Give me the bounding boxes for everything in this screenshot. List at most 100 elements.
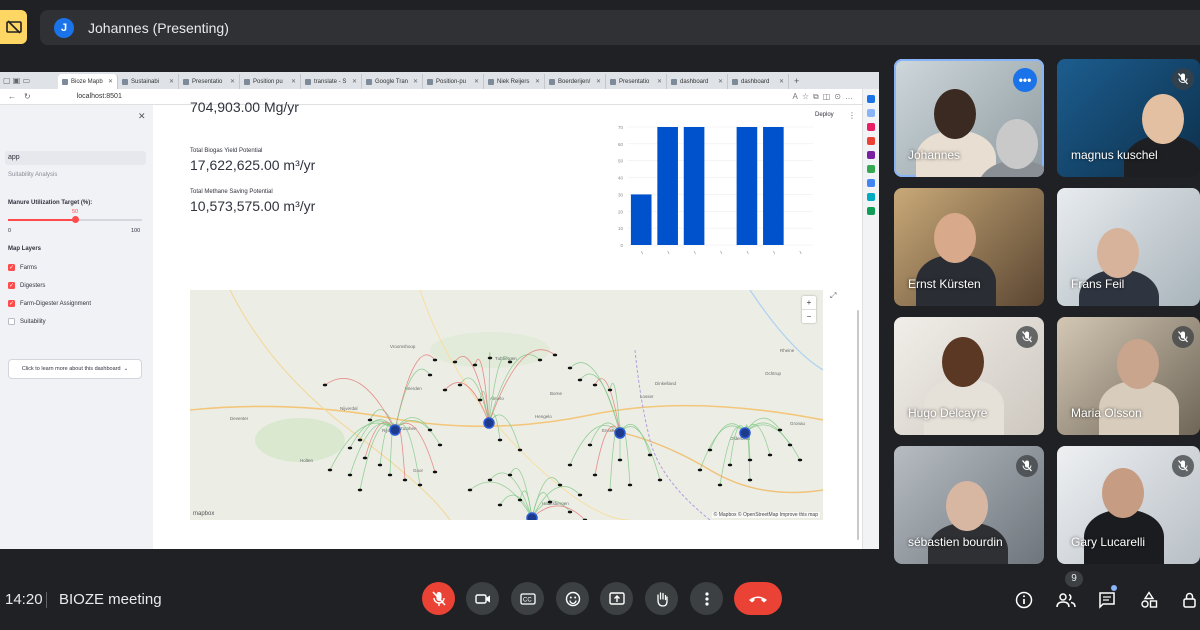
farm-marker[interactable]	[387, 473, 393, 477]
tab-close-icon[interactable]: ✕	[230, 78, 235, 85]
checkbox[interactable]: ✓	[8, 282, 15, 289]
leave-call-button[interactable]	[734, 582, 782, 615]
farm-marker[interactable]	[747, 478, 753, 482]
raise-hand-button[interactable]	[645, 582, 678, 615]
browser-tab[interactable]: Bioze Mapb ✕	[58, 74, 118, 89]
reload-icon[interactable]: ↻	[24, 92, 31, 101]
participant-tile[interactable]: Maria Olsson	[1057, 317, 1200, 435]
farm-marker[interactable]	[427, 428, 433, 432]
farm-marker[interactable]	[517, 498, 523, 502]
browser-tab[interactable]: translate - S ✕	[301, 74, 362, 89]
farm-marker[interactable]	[617, 458, 623, 462]
farm-marker[interactable]	[357, 488, 363, 492]
people-button[interactable]	[1055, 589, 1077, 611]
farm-marker[interactable]	[487, 356, 493, 360]
farm-marker[interactable]	[647, 453, 653, 457]
meeting-details-button[interactable]	[1013, 589, 1035, 611]
tab-close-icon[interactable]: ✕	[474, 78, 479, 85]
farm-marker[interactable]	[567, 366, 573, 370]
farm-marker[interactable]	[627, 483, 633, 487]
sidebar-item-app[interactable]: app	[5, 151, 146, 165]
extension-icon[interactable]	[867, 95, 875, 103]
zoom-in-button[interactable]: +	[802, 296, 816, 309]
farm-marker[interactable]	[797, 458, 803, 462]
bar[interactable]	[630, 194, 652, 245]
browser-tab[interactable]: dashboard ✕	[728, 74, 789, 89]
farm-marker[interactable]	[747, 458, 753, 462]
bar[interactable]	[736, 127, 758, 245]
farm-marker[interactable]	[507, 360, 513, 364]
digester-marker[interactable]	[483, 417, 495, 429]
present-button[interactable]	[600, 582, 633, 615]
farm-marker[interactable]	[577, 378, 583, 382]
checkbox[interactable]	[8, 318, 15, 325]
farm-marker[interactable]	[537, 358, 543, 362]
farm-marker[interactable]	[322, 383, 328, 387]
farm-marker[interactable]	[457, 383, 463, 387]
microphone-button[interactable]	[422, 582, 455, 615]
zoom-control[interactable]: + −	[802, 296, 816, 323]
layer-checkbox-row[interactable]: ✓ Digesters	[8, 282, 45, 289]
tab-close-icon[interactable]: ✕	[535, 78, 540, 85]
farm-marker[interactable]	[362, 456, 368, 460]
chat-button[interactable]	[1096, 589, 1118, 611]
browser-tab[interactable]: Niek Reijers ✕	[484, 74, 545, 89]
farm-marker[interactable]	[727, 463, 733, 467]
browser-tab[interactable]: Position-pu ✕	[423, 74, 484, 89]
activities-button[interactable]	[1138, 589, 1160, 611]
back-icon[interactable]: ←	[8, 92, 16, 101]
farm-marker[interactable]	[567, 510, 573, 514]
farm-marker[interactable]	[592, 473, 598, 477]
farm-marker[interactable]	[477, 398, 483, 402]
menu-icon[interactable]: ⋮	[848, 111, 856, 120]
layer-checkbox-row[interactable]: ✓ Farms	[8, 264, 37, 271]
farm-marker[interactable]	[707, 448, 713, 452]
checkbox[interactable]: ✓	[8, 300, 15, 307]
farm-marker[interactable]	[377, 463, 383, 467]
browser-tab[interactable]: Presentatio ✕	[179, 74, 240, 89]
learn-more-expander[interactable]: Click to learn more about this dashboard…	[8, 359, 142, 379]
farm-marker[interactable]	[467, 488, 473, 492]
extension-icon[interactable]	[867, 179, 875, 187]
farm-marker[interactable]	[367, 418, 373, 422]
farm-marker[interactable]	[507, 473, 513, 477]
farm-marker[interactable]	[452, 360, 458, 364]
farm-marker[interactable]	[432, 358, 438, 362]
farm-marker[interactable]	[432, 470, 438, 474]
extension-icon[interactable]	[867, 207, 875, 215]
zoom-out-button[interactable]: −	[802, 309, 816, 323]
bar[interactable]	[763, 127, 784, 245]
farm-marker[interactable]	[777, 428, 783, 432]
browser-tab[interactable]: Boerderijen/ ✕	[545, 74, 606, 89]
tile-options-icon[interactable]: •••	[1013, 68, 1037, 92]
participant-tile[interactable]: Johannes •••	[894, 59, 1044, 177]
tab-close-icon[interactable]: ✕	[413, 78, 418, 85]
digester-marker[interactable]	[614, 427, 626, 439]
scrollbar[interactable]	[857, 310, 859, 540]
extension-icon[interactable]	[867, 137, 875, 145]
browser-tab[interactable]: dashboard ✕	[667, 74, 728, 89]
tab-close-icon[interactable]: ✕	[718, 78, 723, 85]
digester-marker[interactable]	[389, 424, 401, 436]
checkbox[interactable]: ✓	[8, 264, 15, 271]
host-controls-button[interactable]	[1180, 589, 1200, 611]
farm-marker[interactable]	[607, 388, 613, 392]
reactions-button[interactable]	[556, 582, 589, 615]
farm-marker[interactable]	[417, 483, 423, 487]
farm-marker[interactable]	[552, 353, 558, 357]
browser-tab[interactable]: Google Tran ✕	[362, 74, 423, 89]
browser-tab[interactable]: Presentatio ✕	[606, 74, 667, 89]
farm-marker[interactable]	[592, 383, 598, 387]
farm-marker[interactable]	[767, 453, 773, 457]
browser-tab[interactable]: Sustainabi ✕	[118, 74, 179, 89]
farm-marker[interactable]	[347, 473, 353, 477]
farm-marker[interactable]	[327, 468, 333, 472]
participant-tile[interactable]: Gary Lucarelli	[1057, 446, 1200, 564]
layer-checkbox-row[interactable]: ✓ Farm-Digester Assignment	[8, 300, 91, 307]
search-icon[interactable]	[867, 109, 875, 117]
farm-marker[interactable]	[442, 388, 448, 392]
bar[interactable]	[683, 127, 705, 245]
participant-tile[interactable]: Frans Feil	[1057, 188, 1200, 306]
farm-marker[interactable]	[697, 468, 703, 472]
extension-icon[interactable]	[867, 165, 875, 173]
